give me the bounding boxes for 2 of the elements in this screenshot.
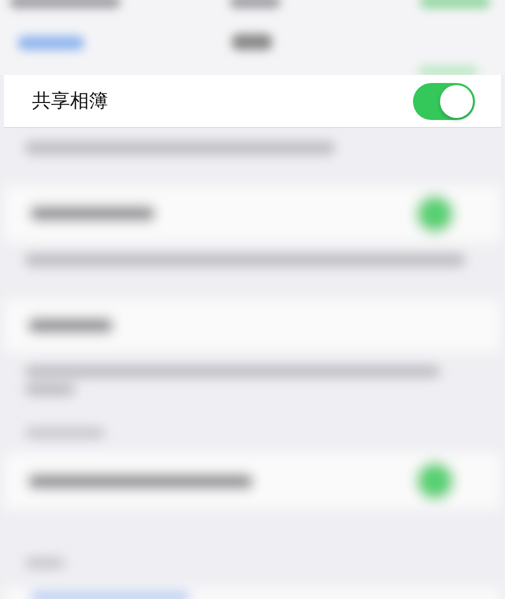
- row-label: 共享相簿: [32, 89, 108, 114]
- toggle-switch[interactable]: [413, 82, 475, 120]
